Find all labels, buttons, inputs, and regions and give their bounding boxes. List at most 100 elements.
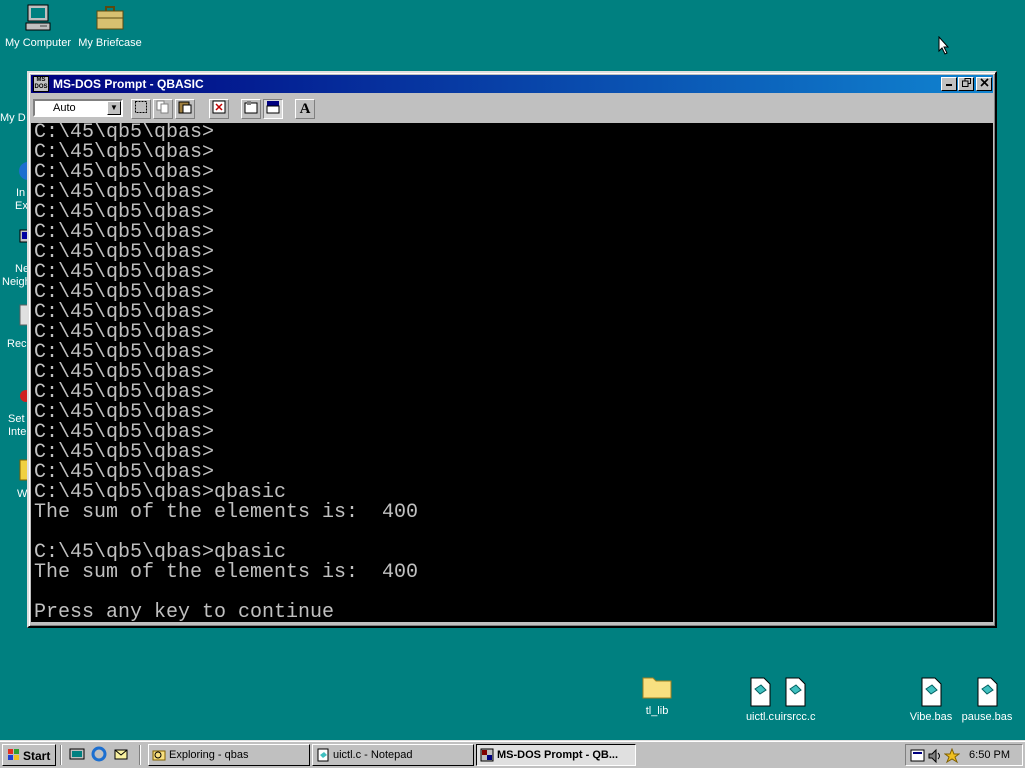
console-line: C:\45\qb5\qbas>	[34, 241, 215, 264]
console-line: C:\45\qb5\qbas>	[34, 461, 215, 484]
desktop-icon-label: tl_lib	[645, 705, 669, 717]
chevron-down-icon[interactable]: ▼	[107, 101, 121, 115]
desktop-icon-my-computer[interactable]: My Computer	[0, 2, 76, 49]
partial-desktop-label: W	[17, 488, 28, 500]
start-label: Start	[23, 749, 51, 763]
task-msdos-prompt[interactable]: MS-DOS Prompt - QB...	[476, 744, 636, 766]
task-exploring-qbas[interactable]: Exploring - qbas	[148, 744, 310, 766]
fullscreen-button[interactable]	[209, 99, 229, 119]
console-line: C:\45\qb5\qbas>	[34, 381, 215, 404]
desktop-icon-label: uirsrcc.c	[774, 711, 816, 723]
partial-desktop-label: Inte	[8, 426, 27, 438]
desktop-icon-label: My Computer	[4, 37, 72, 49]
console-line: C:\45\qb5\qbas>	[34, 181, 215, 204]
msdos-window: MS DOS MS-DOS Prompt - QBASIC Auto ▼ A C…	[27, 71, 997, 628]
partial-desktop-label: In	[16, 187, 26, 199]
font-icon: A	[299, 101, 311, 117]
console-line: C:\45\qb5\qbas>	[34, 141, 215, 164]
desktop-icon-pause-bas[interactable]: pause.bas	[958, 676, 1016, 723]
taskbar: Start Exploring - qbas uictl.c - Notepad…	[0, 740, 1025, 768]
console-line: C:\45\qb5\qbas>qbasic	[34, 481, 287, 504]
console-line: C:\45\qb5\qbas>	[34, 281, 215, 304]
volume-icon[interactable]	[928, 748, 942, 764]
briefcase-icon	[94, 2, 126, 34]
task-label: Exploring - qbas	[169, 749, 249, 761]
task-scheduler-icon[interactable]	[944, 748, 960, 764]
task-notepad[interactable]: uictl.c - Notepad	[312, 744, 474, 766]
restore-icon	[961, 78, 971, 87]
console-line: C:\45\qb5\qbas>	[34, 321, 215, 344]
desktop-icon-label: uictl.c	[745, 711, 775, 723]
show-desktop-icon[interactable]	[68, 746, 86, 764]
properties-icon	[244, 101, 258, 114]
clock[interactable]: 6:50 PM	[969, 749, 1010, 761]
console-line: C:\45\qb5\qbas>	[34, 421, 215, 444]
fullscreen-icon	[212, 100, 226, 114]
computer-icon	[22, 2, 54, 34]
desktop-icon-label: Vibe.bas	[909, 711, 953, 723]
folder-icon	[641, 670, 673, 702]
paste-button[interactable]	[175, 99, 195, 119]
close-icon	[979, 78, 989, 87]
msdos-app-icon[interactable]: MS DOS	[33, 76, 49, 92]
copy-icon	[156, 100, 169, 114]
internet-explorer-icon[interactable]	[90, 746, 108, 764]
mouse-cursor-icon	[938, 35, 950, 58]
background-button[interactable]	[263, 99, 283, 119]
document-icon	[971, 676, 1003, 708]
start-button[interactable]: Start	[2, 744, 56, 766]
copy-button[interactable]	[153, 99, 173, 119]
console-line: Press any key to continue	[34, 601, 335, 623]
mark-button[interactable]	[131, 99, 151, 119]
paste-icon	[178, 101, 192, 114]
scheduler-icon[interactable]	[910, 748, 926, 764]
desktop-icon-my-briefcase[interactable]: My Briefcase	[72, 2, 148, 49]
document-icon	[744, 676, 776, 708]
title-bar[interactable]: MS DOS MS-DOS Prompt - QBASIC	[31, 75, 993, 93]
console-line: C:\45\qb5\qbas>	[34, 361, 215, 384]
outlook-express-icon[interactable]	[112, 746, 130, 764]
console-output[interactable]: C:\45\qb5\qbas> C:\45\qb5\qbas> C:\45\qb5\…	[31, 123, 993, 622]
partial-desktop-label: Rec	[7, 338, 27, 350]
desktop-icon-label: My Briefcase	[78, 37, 142, 49]
document-icon	[915, 676, 947, 708]
console-line: C:\45\qb5\qbas>	[34, 301, 215, 324]
background-icon	[266, 101, 280, 114]
document-icon	[779, 676, 811, 708]
font-size-value: Auto	[53, 102, 76, 114]
console-line: C:\45\qb5\qbas>	[34, 221, 215, 244]
console-line: C:\45\qb5\qbas>	[34, 341, 215, 364]
console-line: C:\45\qb5\qbas>	[34, 401, 215, 424]
console-line: C:\45\qb5\qbas>	[34, 261, 215, 284]
notepad-icon	[317, 748, 329, 762]
desktop-icon-vibe-bas[interactable]: Vibe.bas	[905, 676, 957, 723]
msdos-icon	[480, 748, 494, 762]
desktop-icon-uirsrcc-c[interactable]: uirsrcc.c	[773, 676, 817, 723]
taskbar-separator	[60, 745, 62, 765]
minimize-button[interactable]	[941, 77, 957, 91]
console-line: C:\45\qb5\qbas>	[34, 201, 215, 224]
task-label: MS-DOS Prompt - QB...	[497, 749, 618, 761]
explorer-icon	[152, 750, 166, 761]
console-line: The sum of the elements is: 400	[34, 561, 419, 584]
system-tray: 6:50 PM	[905, 744, 1023, 766]
console-line: C:\45\qb5\qbas>qbasic	[34, 541, 287, 564]
dos-toolbar: Auto ▼ A	[31, 95, 993, 121]
minimize-icon	[946, 84, 952, 86]
window-title: MS-DOS Prompt - QBASIC	[53, 77, 204, 91]
console-line: C:\45\qb5\qbas>	[34, 441, 215, 464]
partial-desktop-label: Ex	[15, 200, 28, 212]
font-size-select[interactable]: Auto ▼	[33, 99, 123, 117]
font-button[interactable]: A	[295, 99, 315, 119]
close-button[interactable]	[976, 77, 992, 91]
desktop-icon-label: pause.bas	[961, 711, 1013, 723]
restore-button[interactable]	[958, 77, 974, 91]
desktop-icon-tl-lib[interactable]: tl_lib	[619, 670, 695, 717]
console-line: C:\45\qb5\qbas>	[34, 161, 215, 184]
properties-button[interactable]	[241, 99, 261, 119]
task-label: uictl.c - Notepad	[333, 749, 413, 761]
windows-logo-icon	[8, 749, 19, 760]
console-line: The sum of the elements is: 400	[34, 501, 419, 524]
